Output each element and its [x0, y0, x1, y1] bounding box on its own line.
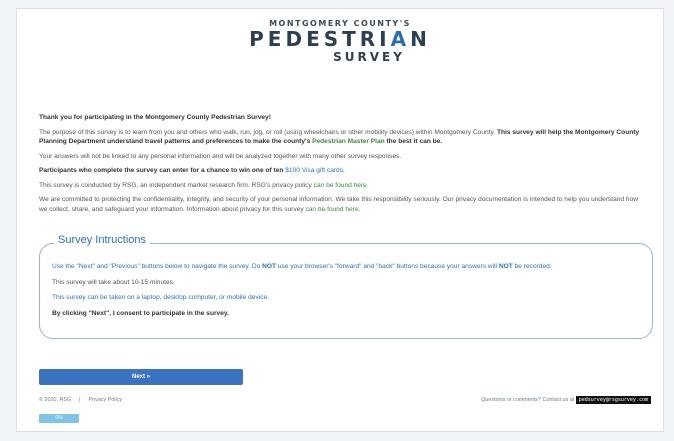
survey-instructions-box: Survey Intructions Use the "Next" and "P…: [39, 235, 653, 339]
gift-cards-link[interactable]: $100 Visa gift cards.: [285, 167, 345, 174]
progress-bar: 0%: [39, 414, 79, 423]
purpose-part: The purpose of this survey is to learn f…: [39, 128, 497, 136]
logo-pedestrian-figure: A: [390, 27, 411, 51]
nav-part: be recorded.: [512, 263, 552, 270]
rsg-text: This survey is conducted by RSG, an inde…: [39, 181, 647, 191]
survey-privacy-link[interactable]: can be found here.: [305, 206, 360, 213]
nav-not: NOT: [498, 263, 513, 270]
answers-text: Your answers will not be linked to any p…: [39, 152, 402, 160]
nav-part: use your browser's "forward" and "back" …: [276, 263, 499, 270]
intro-section: Thank you for participating in the Montg…: [39, 113, 647, 219]
nav-not: NOT: [262, 263, 277, 270]
purpose-text: The purpose of this survey is to learn f…: [39, 128, 647, 147]
navigation-instruction: Use the "Next" and "Previous" buttons be…: [52, 262, 640, 272]
footer-right: Questions or comments? Contact us at ped…: [481, 392, 651, 408]
logo-main-text: PEDESTRIAN: [17, 28, 663, 50]
survey-page: MONTGOMERY COUNTY'S PEDESTRIAN SURVEY Th…: [16, 8, 664, 432]
consent-text: By clicking "Next", I consent to partici…: [52, 309, 229, 317]
participants-text: Participants who complete the survey can…: [39, 166, 647, 176]
logo-main-part: PEDESTRI: [249, 27, 391, 51]
privacy-text: We are committed to protecting the confi…: [39, 195, 647, 214]
questions-text: Questions or comments? Contact us at: [481, 397, 575, 403]
footer-separator: |: [79, 397, 81, 403]
instructions-legend: Survey Intructions: [54, 235, 151, 246]
contact-email-link[interactable]: pedsurvey@rsgsurvey.com: [575, 396, 651, 404]
logo-sub-text: SURVEY: [333, 50, 405, 64]
footer: © 2020, RSG | Privacy Policy Questions or …: [39, 392, 651, 408]
rsg-privacy-link[interactable]: can be found here.: [314, 182, 369, 189]
rsg-copyright-link[interactable]: © 2020, RSG: [39, 397, 71, 403]
footer-left: © 2020, RSG | Privacy Policy: [39, 392, 122, 408]
participants-part: Participants who complete the survey can…: [39, 167, 286, 174]
time-instruction: This survey will take about 10-15 minute…: [52, 278, 175, 286]
survey-logo: MONTGOMERY COUNTY'S PEDESTRIAN SURVEY: [17, 19, 663, 64]
devices-instruction: This survey can be taken on a laptop, de…: [52, 294, 269, 301]
logo-main-part: N: [410, 27, 431, 51]
rsg-part: This survey is conducted by RSG, an inde…: [39, 181, 314, 189]
purpose-bold-end: the best it can be.: [384, 138, 443, 145]
nav-part: Use the "Next" and "Previous" buttons be…: [52, 263, 263, 270]
privacy-policy-link[interactable]: Privacy Policy: [89, 397, 123, 403]
pedestrian-master-plan-link[interactable]: Pedestrian Master Plan: [312, 138, 385, 145]
next-button[interactable]: Next »: [39, 369, 243, 385]
thanks-text: Thank you for participating in the Montg…: [39, 114, 271, 121]
